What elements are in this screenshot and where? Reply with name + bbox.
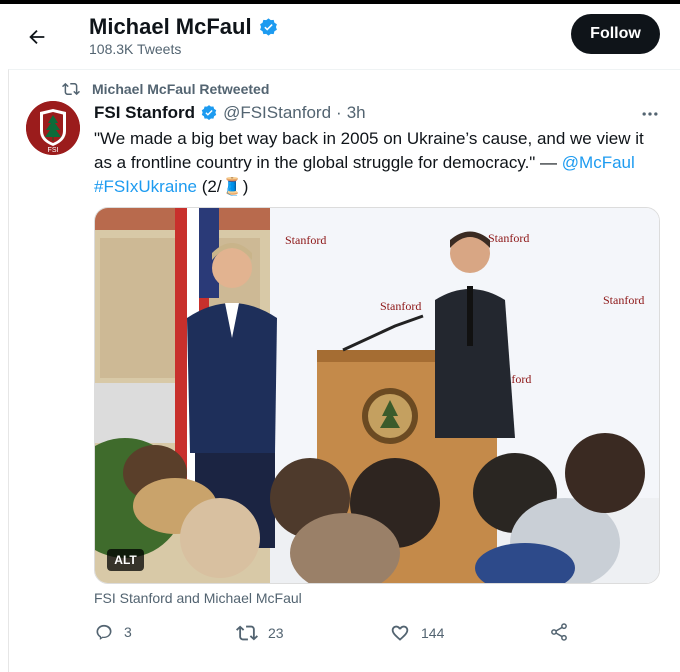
tweet-text-end: ) — [242, 177, 249, 196]
more-horizontal-icon — [642, 112, 658, 116]
verified-badge-icon — [259, 17, 277, 36]
reply-icon — [96, 624, 112, 640]
avatar-label: FSI — [48, 147, 59, 154]
author-name[interactable]: FSI Stanford — [94, 103, 195, 123]
share-button[interactable] — [549, 622, 569, 642]
backdrop-stanford-text-1: Stanford — [285, 233, 326, 247]
retweet-icon — [236, 625, 258, 641]
backdrop-stanford-text-2: Stanford — [488, 231, 529, 245]
reply-count: 3 — [124, 624, 132, 640]
author-handle[interactable]: @FSIStanford — [223, 103, 331, 123]
tweet-actions: 3 23 144 — [94, 622, 574, 646]
retweet-icon — [62, 82, 80, 96]
tweet-count: 108.3K Tweets — [89, 41, 182, 57]
back-button[interactable] — [22, 22, 52, 52]
tweet-photo[interactable]: Stanford Stanford Stanford Stanford Stan… — [94, 207, 660, 584]
mention-link[interactable]: @McFaul — [562, 153, 635, 172]
retweet-count: 23 — [268, 625, 284, 641]
tweet-text-thread: (2/ — [196, 177, 222, 196]
media-caption[interactable]: FSI Stanford and Michael McFaul — [94, 590, 302, 606]
alt-text-badge[interactable]: ALT — [107, 549, 144, 571]
retweet-button[interactable]: 23 — [236, 622, 284, 644]
profile-name: Michael McFaul — [89, 14, 279, 40]
hashtag-link[interactable]: #FSIxUkraine — [94, 177, 197, 196]
like-count: 144 — [421, 625, 445, 641]
backdrop-stanford-text-4: Stanford — [603, 293, 644, 307]
arrow-left-icon — [29, 29, 45, 45]
tweet-time[interactable]: 3h — [347, 103, 366, 123]
tweet-author-line: FSI Stanford @FSIStanford · 3h — [94, 103, 366, 123]
backdrop-stanford-text-3: Stanford — [380, 299, 421, 313]
reply-button[interactable]: 3 — [94, 622, 132, 642]
photo-illustration: Stanford Stanford Stanford Stanford Stan… — [95, 208, 659, 583]
thread-emoji: 🧵 — [221, 177, 243, 196]
retweet-label: Michael McFaul Retweeted — [92, 81, 270, 97]
author-avatar[interactable]: FSI — [26, 101, 80, 155]
follow-button[interactable]: Follow — [571, 14, 660, 54]
profile-header: Michael McFaul 108.3K Tweets Follow — [0, 4, 680, 68]
like-button[interactable]: 144 — [389, 622, 444, 644]
tweet-text: "We made a big bet way back in 2005 on U… — [94, 127, 654, 199]
separator-dot: · — [336, 103, 342, 122]
retweet-context[interactable]: Michael McFaul Retweeted — [62, 80, 269, 98]
profile-name-text: Michael McFaul — [89, 14, 252, 39]
heart-icon — [391, 625, 409, 641]
share-icon — [551, 623, 567, 641]
more-options-button[interactable] — [640, 104, 660, 129]
stanford-logo-icon: FSI — [26, 101, 80, 155]
verified-badge-icon — [201, 105, 217, 120]
